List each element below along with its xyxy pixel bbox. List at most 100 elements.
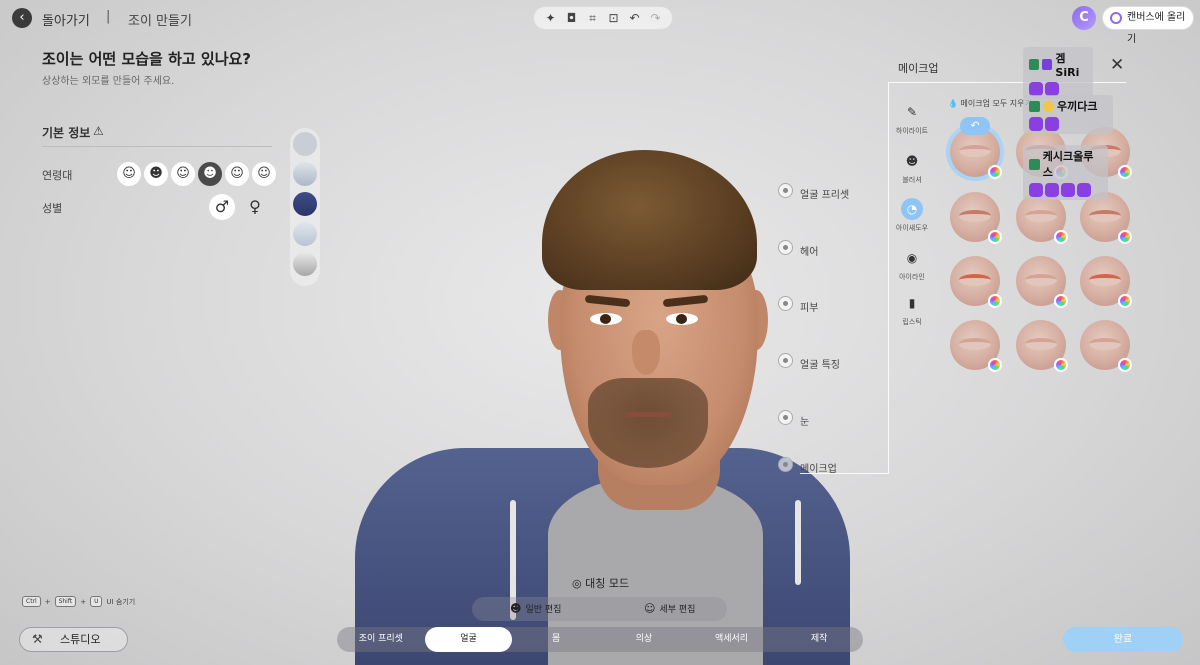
color-wheel-icon[interactable] (1054, 230, 1068, 244)
outfit-preset-5[interactable] (293, 252, 317, 276)
hide-ui-hotkey: Ctrl + Shift + U UI 숨기기 (22, 596, 135, 607)
age-student-icon[interactable]: ☻ (144, 162, 168, 186)
character-nose (632, 330, 660, 375)
tab-accessories[interactable]: 액세서리 (688, 627, 776, 652)
camera-icon[interactable]: ◘ (564, 11, 580, 25)
brush-icon: ✎ (906, 105, 918, 119)
undo-icon[interactable]: ↶ (627, 11, 643, 25)
gender-label: 성별 (42, 202, 63, 215)
outfit-preset-2[interactable] (293, 162, 317, 186)
age-middle-icon[interactable]: ☺ (225, 162, 249, 186)
subcategory-eyeshadow[interactable]: ◔ 아이섀도우 (892, 198, 932, 233)
outfit-preset-strip (290, 128, 320, 286)
hoodie-string-right (795, 500, 801, 585)
upload-label: 캔버스에 올리기 (1127, 12, 1186, 45)
age-child-icon[interactable]: ☺ (117, 162, 141, 186)
outfit-preset-4[interactable] (293, 222, 317, 246)
done-button[interactable]: 완료 (1063, 627, 1183, 652)
subcategory-blusher[interactable]: ☻ 블러셔 (892, 150, 932, 185)
chat-message: 케시크올루스 (1023, 145, 1108, 200)
color-wheel-icon[interactable] (1118, 294, 1132, 308)
eyeshadow-swatch[interactable] (1016, 320, 1068, 372)
color-wheel-icon[interactable] (988, 358, 1002, 372)
age-young-icon[interactable]: ☺ (171, 162, 195, 186)
female-icon[interactable]: ♀ (244, 194, 266, 220)
category-skin[interactable]: 피부 (778, 296, 818, 314)
sparkle-icon[interactable]: ✦ (543, 11, 559, 25)
color-wheel-icon[interactable] (988, 294, 1002, 308)
male-icon[interactable]: ♂ (209, 194, 235, 220)
color-wheel-icon[interactable] (1118, 165, 1132, 179)
detail-edit-button[interactable]: ☺ 세부 편집 (644, 602, 695, 615)
eyeshadow-swatch[interactable] (1080, 320, 1132, 372)
back-label[interactable]: 돌아가기 (42, 10, 90, 29)
age-senior-icon[interactable]: ☺ (252, 162, 276, 186)
tab-face[interactable]: 얼굴 (424, 627, 513, 652)
age-adult-icon[interactable]: ☻ (198, 162, 222, 186)
back-icon[interactable]: ‹ (12, 8, 32, 28)
character-hair (542, 150, 757, 290)
close-icon[interactable]: ✕ (1110, 55, 1124, 75)
emoji-badge-icon (1043, 100, 1054, 112)
category-eyes[interactable]: 눈 (778, 410, 809, 428)
color-wheel-icon[interactable] (988, 230, 1002, 244)
eyeshadow-swatch[interactable] (1080, 256, 1132, 308)
color-wheel-icon[interactable] (1054, 294, 1068, 308)
eyeshadow-icon: ◔ (901, 198, 923, 220)
eyeshadow-swatch[interactable] (950, 256, 1002, 308)
face-edit-icon: ☻ (510, 602, 522, 615)
reset-icon[interactable]: ↶ (960, 117, 990, 135)
outfit-preset-3[interactable] (293, 192, 317, 216)
sticker-icon (1045, 183, 1059, 197)
focus-icon[interactable]: ⌗ (585, 11, 601, 26)
studio-button[interactable]: ⚒ 스튜디오 (19, 627, 128, 652)
category-face-features[interactable]: 얼굴 특징 (778, 353, 840, 371)
panel-border-left (888, 82, 889, 474)
sticker-icon (1077, 183, 1091, 197)
sticker-icon (1045, 82, 1059, 96)
clear-all-makeup-button[interactable]: 💧 메이크업 모두 지우기 (948, 98, 1032, 109)
face-scan-icon[interactable]: ⊡ (606, 11, 622, 25)
key-ctrl: Ctrl (22, 596, 41, 607)
sticker-icon (1029, 117, 1043, 131)
color-wheel-icon[interactable] (1118, 230, 1132, 244)
badge-icon (1029, 100, 1040, 112)
warning-icon[interactable]: ⚠ (93, 124, 104, 138)
subcategory-lipstick[interactable]: ▮ 립스틱 (892, 292, 932, 327)
age-label: 연령대 (42, 169, 73, 182)
heart-badge-icon (1042, 59, 1053, 70)
tab-body[interactable]: 몸 (512, 627, 600, 652)
basic-info-title: 기본 정보 (42, 126, 91, 140)
eyeshadow-swatch[interactable] (950, 320, 1002, 372)
tab-create[interactable]: 제작 (775, 627, 863, 652)
sticker-icon (1029, 183, 1043, 197)
sticker-icon (1061, 183, 1075, 197)
age-selector: ☺ ☻ ☺ ☻ ☺ ☺ (117, 162, 276, 186)
page-title: 조이 만들기 (128, 14, 192, 29)
eyeshadow-swatch[interactable] (950, 192, 1002, 244)
tab-clothing[interactable]: 의상 (600, 627, 688, 652)
category-hair[interactable]: 헤어 (778, 240, 818, 258)
chat-message: 겜SiRi (1023, 47, 1093, 99)
category-face-preset[interactable]: 얼굴 프리셋 (778, 183, 849, 201)
eye-right (666, 313, 698, 325)
redo-icon[interactable]: ↷ (648, 11, 664, 25)
eyeshadow-swatch[interactable] (1016, 256, 1068, 308)
color-wheel-icon[interactable] (1118, 358, 1132, 372)
sticker-icon (1029, 82, 1043, 96)
color-wheel-icon[interactable] (988, 165, 1002, 179)
mirror-mode-toggle[interactable]: ◎ 대칭 모드 (572, 575, 629, 591)
breadcrumb-separator: | (106, 9, 111, 24)
tab-joy-preset[interactable]: 조이 프리셋 (337, 627, 425, 652)
category-dot-icon (778, 240, 793, 255)
subcategory-highlight[interactable]: ✎ 하이라이트 (892, 101, 932, 136)
lipstick-icon: ▮ (908, 296, 916, 310)
category-dot-icon (778, 353, 793, 368)
normal-edit-button[interactable]: ☻ 일반 편집 (510, 602, 561, 615)
color-wheel-icon[interactable] (1054, 358, 1068, 372)
avatar[interactable]: C (1072, 6, 1096, 30)
upload-to-canvas-button[interactable]: 캔버스에 올리기 (1102, 6, 1194, 45)
category-dot-icon (778, 183, 793, 198)
outfit-preset-1[interactable] (293, 132, 317, 156)
subcategory-eyeliner[interactable]: ◉ 아이라인 (892, 247, 932, 282)
